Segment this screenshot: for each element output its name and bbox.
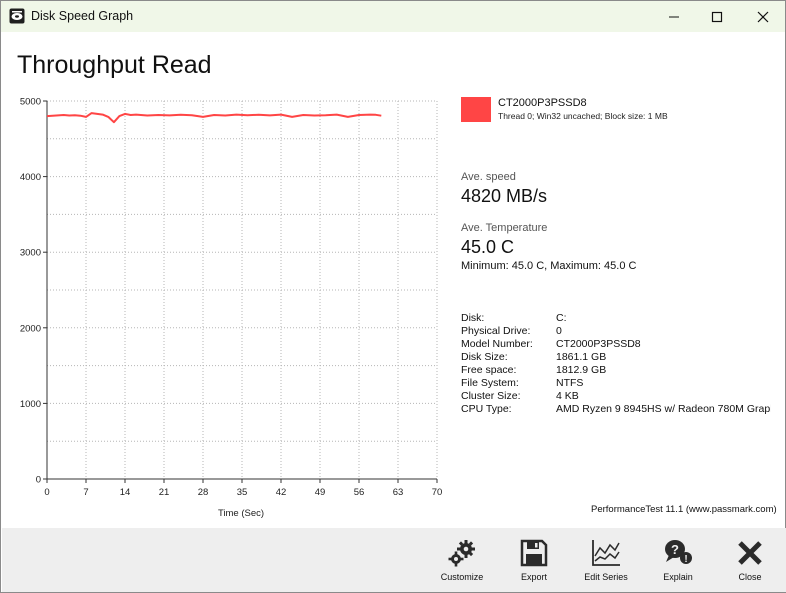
info-key: Physical Drive: <box>461 325 531 337</box>
window-title: Disk Speed Graph <box>31 9 134 23</box>
info-value: 4 KB <box>556 390 579 402</box>
explain-button[interactable]: ? ! Explain <box>648 528 708 592</box>
info-row: Physical Drive: 0 <box>461 325 771 338</box>
x-tick-label: 28 <box>198 487 209 498</box>
y-tick-label: 4000 <box>20 172 41 183</box>
close-x-icon <box>738 541 762 565</box>
maximize-icon <box>711 11 722 22</box>
bottom-toolbar: Customize Export Edit Series ? ! Explain… <box>2 528 786 592</box>
y-tick-label: 3000 <box>20 248 41 259</box>
minimize-button[interactable] <box>651 1 696 32</box>
edit-series-button[interactable]: Edit Series <box>576 528 636 592</box>
info-value: NTFS <box>556 377 584 389</box>
info-row: Cluster Size: 4 KB <box>461 390 771 403</box>
disk-info-table: Disk: C: Physical Drive: 0 Model Number: CT… <box>461 312 771 416</box>
svg-text:?: ? <box>671 542 679 557</box>
customize-label: Customize <box>440 572 484 582</box>
window-close-button[interactable] <box>740 1 785 32</box>
info-key: Cluster Size: <box>461 390 521 402</box>
ave-temperature-label: Ave. Temperature <box>461 222 548 234</box>
series-line <box>46 112 382 124</box>
x-tick-label: 63 <box>393 487 404 498</box>
save-icon <box>520 539 548 567</box>
x-tick-label: 21 <box>159 487 170 498</box>
info-value: AMD Ryzen 9 8945HS w/ Radeon 780M Graphi… <box>556 403 771 415</box>
help-bubble-icon: ? ! <box>665 540 692 565</box>
info-row: File System: NTFS <box>461 377 771 390</box>
ave-temperature-value: 45.0 C <box>461 237 515 257</box>
info-value: CT2000P3PSSD8 <box>556 338 641 350</box>
minimize-icon <box>668 16 679 17</box>
info-key: File System: <box>461 377 519 389</box>
close-icon <box>757 11 768 22</box>
info-key: Disk Size: <box>461 351 508 363</box>
export-button[interactable]: Export <box>504 528 564 592</box>
info-value: C: <box>556 312 567 324</box>
legend-color-swatch <box>461 97 491 122</box>
y-tick-label: 5000 <box>20 97 41 108</box>
x-tick-label: 49 <box>315 487 326 498</box>
x-tick-label: 70 <box>432 487 443 498</box>
info-key: Model Number: <box>461 338 533 350</box>
info-value: 1861.1 GB <box>556 351 607 363</box>
x-axis-label: Time (Sec) <box>218 508 264 519</box>
customize-button[interactable]: Customize <box>432 528 492 592</box>
ave-speed-label: Ave. speed <box>461 171 516 183</box>
close-label: Close <box>738 572 762 582</box>
ave-speed-value: 4820 MB/s <box>461 186 548 206</box>
disk-app-icon <box>9 8 25 24</box>
legend-series-description: Thread 0; Win32 uncached; Block size: 1 … <box>498 111 668 121</box>
info-row: Model Number: CT2000P3PSSD8 <box>461 338 771 351</box>
y-tick-label: 2000 <box>20 323 41 334</box>
edit-series-label: Edit Series <box>584 572 628 582</box>
brand-text: PerformanceTest 11.1 (www.passmark.com) <box>591 504 777 515</box>
export-label: Export <box>520 572 547 582</box>
info-key: CPU Type: <box>461 403 512 415</box>
gears-icon <box>448 540 475 567</box>
svg-text:!: ! <box>684 554 687 565</box>
temperature-min-max: Minimum: 45.0 C, Maximum: 45.0 C <box>461 260 637 272</box>
legend-series-name: CT2000P3PSSD8 <box>498 97 587 109</box>
page-title: Throughput Read <box>17 51 212 79</box>
x-tick-label: 35 <box>237 487 248 498</box>
maximize-button[interactable] <box>694 1 739 32</box>
x-tick-label: 14 <box>120 487 131 498</box>
title-bar[interactable]: Disk Speed Graph <box>1 1 785 32</box>
info-value: 1812.9 GB <box>556 364 607 376</box>
x-tick-label: 42 <box>276 487 287 498</box>
close-button[interactable]: Close <box>720 528 780 592</box>
y-tick-label: 1000 <box>20 399 41 410</box>
info-row: Disk: C: <box>461 312 771 325</box>
x-tick-label: 7 <box>83 487 88 498</box>
info-row: Disk Size: 1861.1 GB <box>461 351 771 364</box>
explain-label: Explain <box>663 572 693 582</box>
throughput-line-chart: 0 7 14 21 28 35 42 49 56 63 70 0 1000 2000 3000 4000 500… <box>20 97 443 520</box>
info-value: 0 <box>556 325 562 337</box>
info-row: Free space: 1812.9 GB <box>461 364 771 377</box>
x-tick-label: 56 <box>354 487 365 498</box>
x-tick-label: 0 <box>44 487 49 498</box>
y-tick-label: 0 <box>36 475 41 486</box>
line-chart-icon <box>592 540 620 566</box>
disk-speed-graph-window: Disk Speed Graph Throughput Read 0 7 14 21 2… <box>0 0 786 593</box>
info-row: CPU Type: AMD Ryzen 9 8945HS w/ Radeon 78… <box>461 403 771 416</box>
info-key: Free space: <box>461 364 517 376</box>
info-key: Disk: <box>461 312 485 324</box>
